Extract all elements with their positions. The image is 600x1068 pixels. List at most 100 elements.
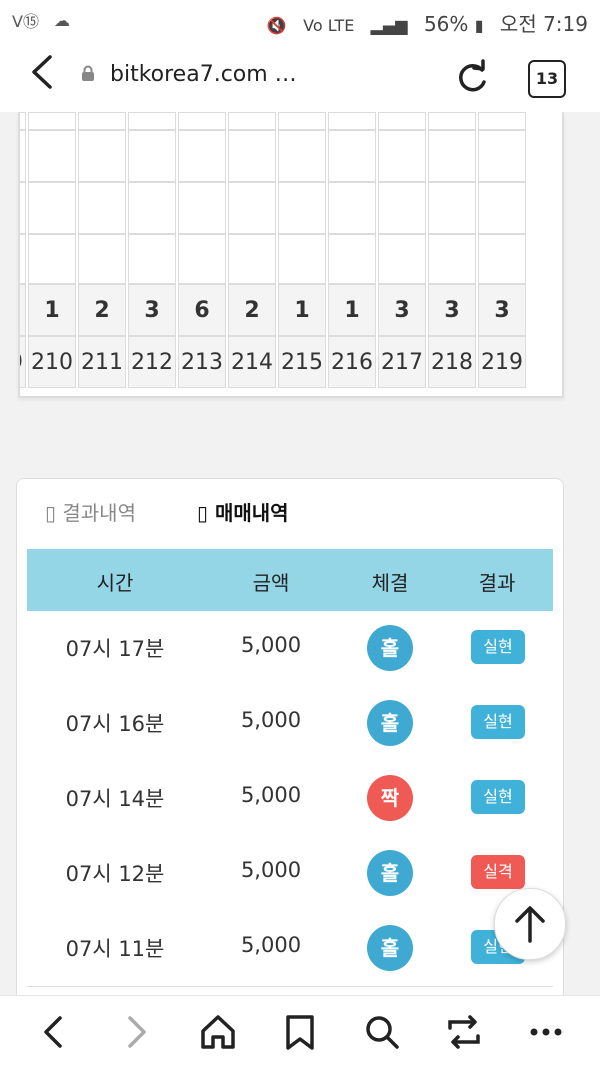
arrow-up-icon [515, 906, 545, 943]
header-result: 결과 [478, 571, 516, 595]
grid-cell [78, 112, 126, 130]
share-icon[interactable] [444, 1012, 484, 1052]
header-time: 시간 [96, 571, 134, 595]
row-amount: 5,000 [240, 783, 302, 807]
row-time: 07시 11분 [65, 937, 165, 961]
status-right: 🔇 Vo LTE ▂▄▆ 56% ▮ 오전 7:19 [267, 8, 588, 37]
tab-results[interactable]: ▯ 결과내역 [45, 497, 136, 526]
signal-icon: ▂▄▆ [370, 16, 408, 35]
pick-circle: 홀 [367, 850, 413, 896]
grid-cell [328, 234, 376, 284]
grid-cell [428, 112, 476, 130]
result-badge: 실현 [471, 630, 525, 664]
table-header: 시간 금액 체결 결과 [27, 549, 553, 611]
home-icon[interactable] [198, 1012, 238, 1052]
grid-round-cell: 213 [178, 336, 226, 388]
notification-icon: V⑮ [12, 12, 39, 31]
grid-cell [128, 182, 176, 234]
grid-cell [178, 130, 226, 182]
grid-cell [20, 112, 26, 130]
row-time: 07시 14분 [65, 787, 165, 811]
bookmark-icon[interactable] [280, 1012, 320, 1052]
table-row: 07시 17분 5,000 홀 실현 [27, 611, 553, 687]
grid-count-cell: 2 [78, 284, 126, 336]
grid-cell [378, 112, 426, 130]
grid-count-cell: 3 [428, 284, 476, 336]
grid-cell [378, 182, 426, 234]
back-button[interactable] [30, 54, 54, 99]
pick-circle: 홀 [367, 925, 413, 971]
grid-count-cell: 3 [378, 284, 426, 336]
grid-cell [328, 130, 376, 182]
header-amount: 금액 [252, 571, 290, 595]
tab-trades[interactable]: ▯ 매매내역 [197, 497, 289, 526]
grid-cell [128, 234, 176, 284]
grid-cell [78, 234, 126, 284]
grid-cell [178, 182, 226, 234]
cloud-icon: ☁ [54, 10, 71, 30]
grid-count-cell: 2 [228, 284, 276, 336]
reload-button[interactable] [452, 58, 492, 98]
browser-toolbar: bitkorea7.com … 13 [0, 40, 600, 113]
grid-count-cell: 3 [128, 284, 176, 336]
tab-icon: ▯ [197, 501, 215, 525]
history-card: ▯ 결과내역 ▯ 매매내역 시간 금액 체결 결과 07시 17분 5,000 홀 실… [16, 478, 564, 995]
scroll-top-button[interactable] [494, 888, 566, 960]
grid-cell [328, 182, 376, 234]
grid-round-cell: 217 [378, 336, 426, 388]
search-icon[interactable] [362, 1012, 402, 1052]
more-icon[interactable] [526, 1012, 566, 1052]
table-row: 07시 14분 5,000 짝 실현 [27, 761, 553, 837]
table-row: 07시 16분 5,000 홀 실현 [27, 686, 553, 762]
result-badge: 실현 [471, 780, 525, 814]
pick-circle: 홀 [367, 625, 413, 671]
row-amount: 5,000 [240, 708, 302, 732]
grid-cell [378, 130, 426, 182]
grid-cell [478, 112, 526, 130]
grid-cell [428, 182, 476, 234]
grid-cell [78, 130, 126, 182]
grid-round-cell: 211 [78, 336, 126, 388]
grid-cell [428, 234, 476, 284]
grid-cell [328, 112, 376, 130]
grid-round-cell: 218 [428, 336, 476, 388]
back-icon[interactable] [34, 1012, 74, 1052]
row-amount: 5,000 [240, 933, 302, 957]
grid-cell [478, 234, 526, 284]
page-content: 2209121022113212621322141215121632173218… [0, 112, 600, 995]
grid-cell [28, 130, 76, 182]
grid-cell [28, 234, 76, 284]
pick-circle: 홀 [367, 700, 413, 746]
row-time: 07시 16분 [65, 712, 165, 736]
grid-round-cell: 212 [128, 336, 176, 388]
grid-count-cell: 1 [278, 284, 326, 336]
browser-bottom-nav [0, 995, 600, 1068]
forward-icon[interactable] [116, 1012, 156, 1052]
grid-round-cell: 209 [20, 336, 26, 388]
result-grid-card: 2209121022113212621322141215121632173218… [18, 112, 564, 398]
grid-count-cell: 3 [478, 284, 526, 336]
table-row: 07시 11분 5,000 홀 실현 [27, 911, 553, 987]
lock-icon [82, 65, 94, 81]
grid-cell [478, 182, 526, 234]
tab-switcher-button[interactable]: 13 [528, 60, 566, 98]
table-row: 07시 12분 5,000 홀 실격 [27, 836, 553, 912]
grid-cell [278, 182, 326, 234]
grid-count-cell: 1 [328, 284, 376, 336]
grid-cell [20, 182, 26, 234]
grid-count-cell: 6 [178, 284, 226, 336]
status-bar: V⑮ ☁ 🔇 Vo LTE ▂▄▆ 56% ▮ 오전 7:19 [0, 0, 600, 40]
result-badge: 실격 [471, 855, 525, 889]
signal-label: Vo LTE [303, 16, 355, 35]
address-bar[interactable]: bitkorea7.com … [110, 62, 297, 87]
grid-cell [28, 182, 76, 234]
grid-cell [78, 182, 126, 234]
row-amount: 5,000 [240, 858, 302, 882]
grid-count-cell: 1 [28, 284, 76, 336]
grid-cell [28, 112, 76, 130]
grid-round-cell: 216 [328, 336, 376, 388]
grid-cell [278, 234, 326, 284]
grid-cell [178, 112, 226, 130]
grid-cell [378, 234, 426, 284]
grid-cell [20, 130, 26, 182]
